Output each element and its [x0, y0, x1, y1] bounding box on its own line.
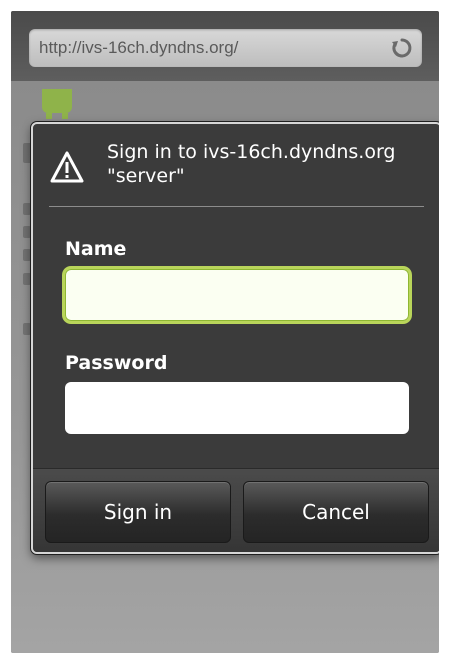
dialog-header: Sign in to ivs-16ch.dyndns.org "server" — [33, 124, 439, 206]
cancel-button[interactable]: Cancel — [243, 481, 429, 543]
refresh-icon[interactable] — [390, 36, 414, 60]
url-text[interactable]: http://ivs-16ch.dyndns.org/ — [39, 38, 238, 58]
phone-screen: http://ivs-16ch.dyndns.org/ Sign in to i… — [11, 11, 439, 653]
dialog-title: Sign in to ivs-16ch.dyndns.org "server" — [107, 141, 396, 187]
dialog-button-bar: Sign in Cancel — [33, 468, 439, 552]
background-text-line — [23, 273, 31, 285]
sign-in-dialog: Sign in to ivs-16ch.dyndns.org "server" … — [31, 122, 439, 554]
background-text-line — [23, 226, 31, 238]
dialog-divider — [49, 206, 424, 207]
sign-in-button[interactable]: Sign in — [45, 481, 231, 543]
background-text-line — [23, 323, 31, 335]
password-input[interactable] — [65, 382, 409, 434]
name-label: Name — [65, 238, 127, 260]
alert-icon — [50, 151, 84, 183]
background-text-line — [23, 203, 31, 215]
background-text-line — [23, 249, 31, 261]
name-input[interactable] — [65, 269, 409, 321]
password-label: Password — [65, 352, 168, 374]
url-bar[interactable]: http://ivs-16ch.dyndns.org/ — [29, 29, 422, 67]
android-logo — [42, 89, 72, 119]
browser-toolbar: http://ivs-16ch.dyndns.org/ — [11, 11, 439, 81]
